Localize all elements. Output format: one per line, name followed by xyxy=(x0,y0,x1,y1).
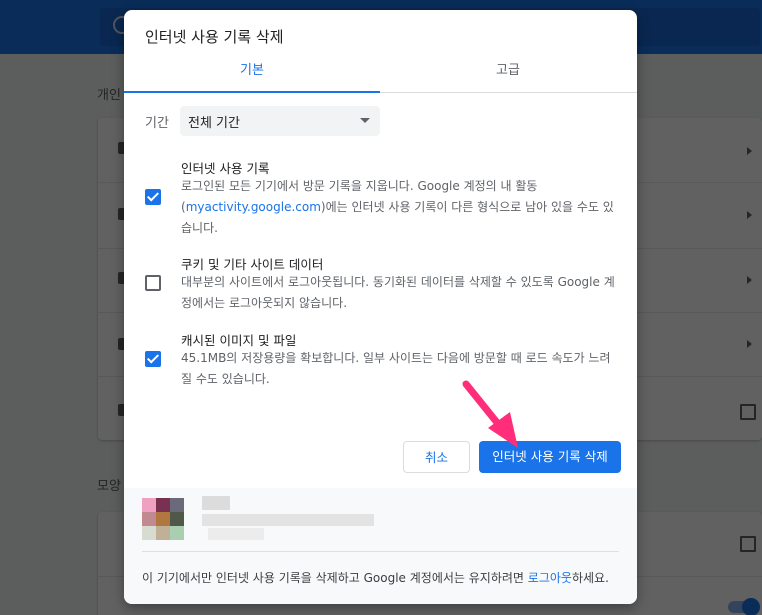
tab-advanced[interactable]: 고급 xyxy=(380,56,636,92)
description-line: 로그인된 모든 기기에서 방문 기록을 지웁니다. Google 계정의 내 활… xyxy=(181,179,538,193)
description-line: 45.1MB의 저장용량을 확보합니다. 일부 사이트는 다음에 방문할 때 로… xyxy=(181,351,611,365)
footer-note: 이 기기에서만 인터넷 사용 기록을 삭제하고 Google 계정에서는 유지하… xyxy=(142,569,609,586)
description-line: 습니다. xyxy=(181,221,218,235)
browsing-history-checkbox[interactable] xyxy=(145,189,161,205)
option-title: 인터넷 사용 기록 xyxy=(181,161,270,176)
caret-down-icon xyxy=(360,118,370,123)
time-range-select[interactable]: 전체 기간 xyxy=(180,106,380,136)
description-line: (myactivity.google.com)에는 인터넷 사용 기록이 다른 … xyxy=(181,197,621,218)
option-description: 대부분의 사이트에서 로그아웃됩니다. 동기화된 데이터를 삭제할 수 있도록 … xyxy=(181,272,621,314)
footer-divider xyxy=(142,551,619,552)
sign-out-link[interactable]: 로그아웃 xyxy=(528,571,572,585)
account-email-redacted xyxy=(202,514,374,526)
cancel-button[interactable]: 취소 xyxy=(403,441,470,473)
description-line: 질 수도 있습니다. xyxy=(181,372,270,386)
account-name-redacted xyxy=(202,496,230,510)
description-line: 대부분의 사이트에서 로그아웃됩니다. 동기화된 데이터를 삭제할 수 있도록 … xyxy=(181,275,615,289)
description-text: )에는 인터넷 사용 기록이 다른 형식으로 남아 있을 수도 있 xyxy=(320,200,614,214)
time-range-label: 기간 xyxy=(145,116,169,131)
option-description: 45.1MB의 저장용량을 확보합니다. 일부 사이트는 다음에 방문할 때 로… xyxy=(181,348,621,390)
footer-text: 하세요. xyxy=(571,571,609,585)
dialog-title: 인터넷 사용 기록 삭제 xyxy=(145,28,284,46)
tab-bar: 기본 고급 xyxy=(124,56,637,93)
check-icon xyxy=(146,351,160,364)
check-icon xyxy=(146,189,160,202)
clear-browsing-data-dialog: 인터넷 사용 기록 삭제 기본 고급 기간 전체 기간 인터넷 사용 기록 로그… xyxy=(124,10,637,604)
dialog-footer: 이 기기에서만 인터넷 사용 기록을 삭제하고 Google 계정에서는 유지하… xyxy=(124,488,637,604)
option-title: 캐시된 이미지 및 파일 xyxy=(181,333,297,348)
tab-basic[interactable]: 기본 xyxy=(124,56,380,93)
description-line: 정에서는 로그아웃되지 않습니다. xyxy=(181,296,348,310)
myactivity-link[interactable]: myactivity.google.com xyxy=(186,200,321,214)
cached-images-checkbox[interactable] xyxy=(145,351,161,367)
footer-text: 이 기기에서만 인터넷 사용 기록을 삭제하고 Google 계정에서는 유지하… xyxy=(142,571,528,585)
option-description: 로그인된 모든 기기에서 방문 기록을 지웁니다. Google 계정의 내 활… xyxy=(181,176,621,239)
account-detail-redacted xyxy=(208,528,264,540)
cookies-checkbox[interactable] xyxy=(145,275,161,291)
time-range-value: 전체 기간 xyxy=(188,116,240,131)
option-title: 쿠키 및 기타 사이트 데이터 xyxy=(181,257,324,272)
clear-data-button[interactable]: 인터넷 사용 기록 삭제 xyxy=(479,441,621,473)
avatar xyxy=(142,498,184,540)
